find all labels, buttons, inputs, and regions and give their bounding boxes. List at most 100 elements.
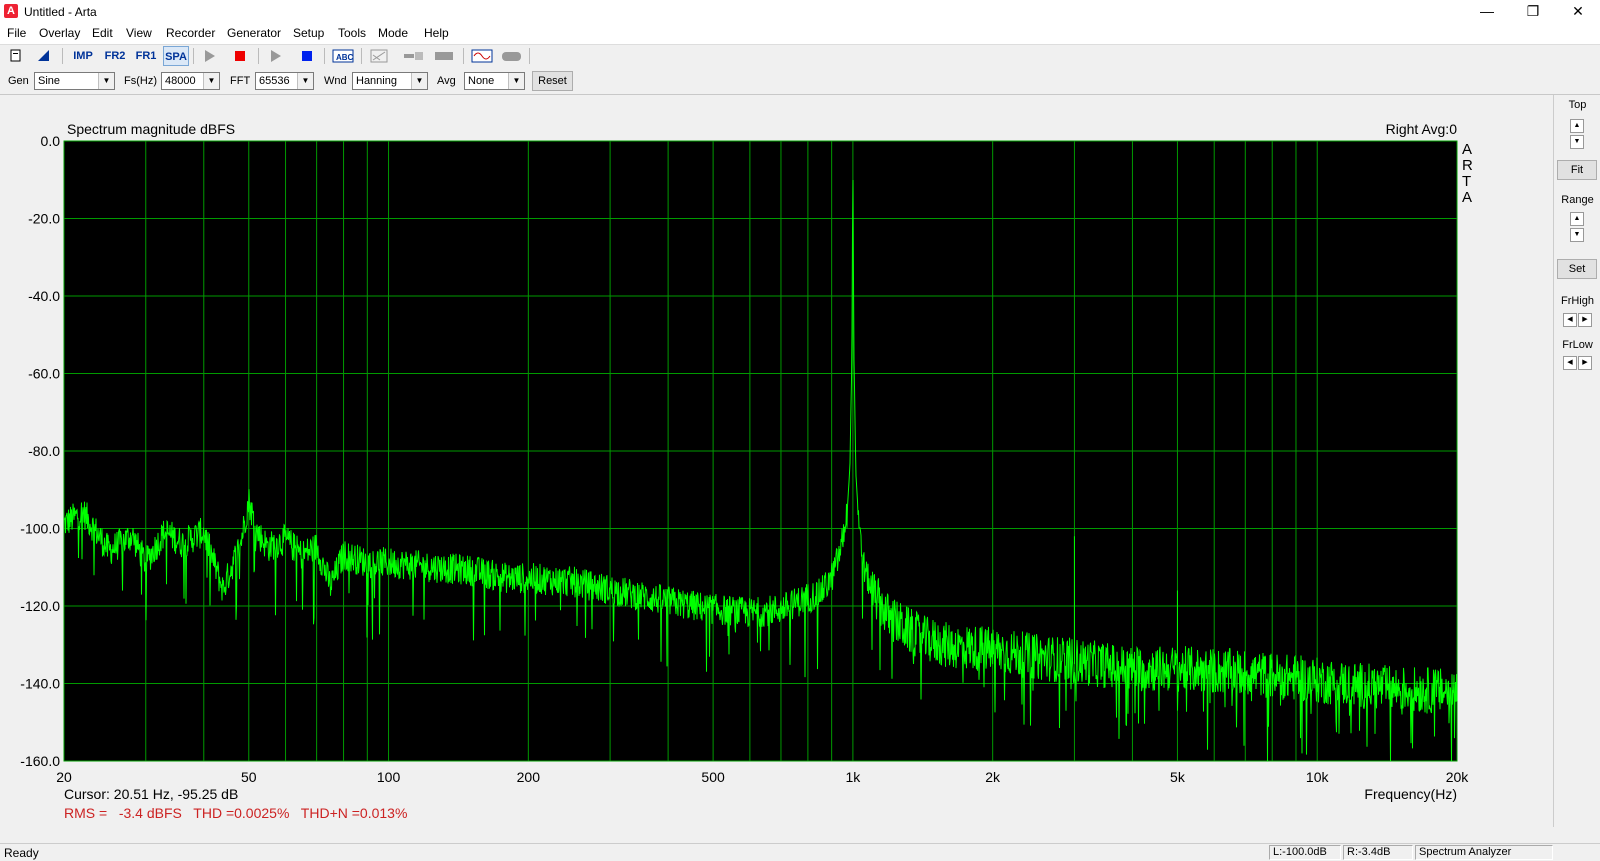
spa-button[interactable]: SPA xyxy=(163,46,189,66)
y-tick-label: -20.0 xyxy=(28,211,60,227)
svg-text:ABC: ABC xyxy=(336,53,354,62)
wnd-label: Wnd xyxy=(324,75,347,87)
arta-logo: A R T A xyxy=(1462,141,1473,206)
menu-generator[interactable]: Generator xyxy=(227,26,281,40)
status-left-level: L:-100.0dB xyxy=(1269,845,1341,860)
x-axis-label: Frequency(Hz) xyxy=(1364,786,1457,802)
chevron-down-icon: ▼ xyxy=(98,73,114,89)
graph-area: Spectrum magnitude dBFS Right Avg:0 A R … xyxy=(0,95,1553,827)
chevron-down-icon: ▼ xyxy=(411,73,427,89)
menu-edit[interactable]: Edit xyxy=(92,26,113,40)
stop2-icon[interactable] xyxy=(296,46,318,66)
logo-letter-t: T xyxy=(1462,173,1471,190)
chevron-down-icon: ▼ xyxy=(297,73,313,89)
frhigh-label: FrHigh xyxy=(1560,295,1594,307)
y-tick-label: 0.0 xyxy=(41,133,61,149)
y-tick-label: -40.0 xyxy=(28,288,60,304)
fit-button[interactable]: Fit xyxy=(1557,160,1597,180)
x-tick-label: 10k xyxy=(1306,769,1330,785)
range-label: Range xyxy=(1561,194,1594,206)
fs-select[interactable]: 48000 ▼ xyxy=(161,72,220,90)
play2-icon[interactable] xyxy=(265,46,287,66)
close-icon[interactable]: ✕ xyxy=(1555,0,1600,24)
logo-letter-a2: A xyxy=(1462,189,1472,206)
frlow-right-icon[interactable]: ▶ xyxy=(1578,356,1592,370)
chevron-down-icon: ▼ xyxy=(203,73,219,89)
fft-label: FFT xyxy=(230,75,251,87)
avg-label: Avg xyxy=(437,75,456,87)
fs-label: Fs(Hz) xyxy=(124,75,157,87)
title-bar: A Untitled - Arta — ❐ ✕ xyxy=(0,0,1600,24)
menu-view[interactable]: View xyxy=(126,26,152,40)
status-right-level: R:-3.4dB xyxy=(1343,845,1413,860)
menu-bar: File Overlay Edit View Recorder Generato… xyxy=(0,24,1600,45)
fft-select[interactable]: 65536 ▼ xyxy=(255,72,314,90)
x-tick-label: 2k xyxy=(985,769,1001,785)
fr1-button[interactable]: FR1 xyxy=(133,46,159,66)
menu-mode[interactable]: Mode xyxy=(378,26,408,40)
x-tick-label: 50 xyxy=(241,769,257,785)
x-tick-label: 20 xyxy=(56,769,72,785)
grid-icon[interactable] xyxy=(368,46,390,66)
menu-overlay[interactable]: Overlay xyxy=(39,26,80,40)
gen-label: Gen xyxy=(8,75,29,87)
right-panel: Top ▲ ▼ Fit Range ▲ ▼ Set FrHigh ◀ ▶ FrL… xyxy=(1553,95,1600,827)
menu-tools[interactable]: Tools xyxy=(338,26,366,40)
menu-file[interactable]: File xyxy=(7,26,26,40)
spectrum-chart: Spectrum magnitude dBFS Right Avg:0 A R … xyxy=(20,121,1473,821)
avg-select[interactable]: None ▼ xyxy=(464,72,525,90)
status-mode: Spectrum Analyzer xyxy=(1415,845,1553,860)
stop-icon[interactable] xyxy=(229,46,251,66)
link-icon[interactable] xyxy=(403,46,425,66)
cursor-readout: Cursor: 20.51 Hz, -95.25 dB xyxy=(64,786,238,802)
toolbar: IMP FR2 FR1 SPA ABC xyxy=(0,45,1600,67)
minimize-icon[interactable]: — xyxy=(1464,0,1510,24)
top-label: Top xyxy=(1568,99,1587,111)
status-bar: Ready L:-100.0dB R:-3.4dB Spectrum Analy… xyxy=(0,843,1600,861)
app-icon: A xyxy=(4,4,18,18)
imp-button[interactable]: IMP xyxy=(70,46,96,66)
y-tick-label: -80.0 xyxy=(28,443,60,459)
window-title: Untitled - Arta xyxy=(24,5,97,19)
frhigh-left-icon[interactable]: ◀ xyxy=(1563,313,1577,327)
open-icon[interactable] xyxy=(33,46,55,66)
y-tick-label: -140.0 xyxy=(20,676,60,692)
pill-icon[interactable] xyxy=(500,46,524,66)
wave-icon[interactable] xyxy=(470,46,494,66)
chart-right-info: Right Avg:0 xyxy=(1386,121,1458,137)
x-tick-label: 200 xyxy=(517,769,541,785)
fr2-button[interactable]: FR2 xyxy=(102,46,128,66)
top-down-icon[interactable]: ▼ xyxy=(1570,135,1584,149)
measurement-readout: RMS = -3.4 dBFS THD =0.0025% THD+N =0.01… xyxy=(64,805,407,821)
status-ready: Ready xyxy=(4,846,39,860)
controls-bar: Gen Sine ▼ Fs(Hz) 48000 ▼ FFT 65536 ▼ Wn… xyxy=(0,68,1600,95)
x-tick-label: 500 xyxy=(701,769,725,785)
play-icon[interactable] xyxy=(199,46,221,66)
restore-icon[interactable]: ❐ xyxy=(1510,0,1556,24)
logo-letter-a: A xyxy=(1462,141,1472,158)
gen-select[interactable]: Sine ▼ xyxy=(34,72,115,90)
range-down-icon[interactable]: ▼ xyxy=(1570,228,1584,242)
y-tick-label: -120.0 xyxy=(20,598,60,614)
frlow-label: FrLow xyxy=(1562,339,1593,351)
top-up-icon[interactable]: ▲ xyxy=(1570,119,1584,133)
y-tick-label: -60.0 xyxy=(28,366,60,382)
wnd-select[interactable]: Hanning ▼ xyxy=(352,72,428,90)
x-tick-label: 20k xyxy=(1446,769,1470,785)
x-tick-label: 1k xyxy=(845,769,861,785)
chart-title: Spectrum magnitude dBFS xyxy=(67,121,235,137)
y-tick-label: -160.0 xyxy=(20,753,60,769)
abc-icon[interactable]: ABC xyxy=(331,46,355,66)
rect-icon[interactable] xyxy=(434,46,456,66)
new-icon[interactable] xyxy=(5,46,27,66)
range-up-icon[interactable]: ▲ xyxy=(1570,212,1584,226)
reset-button[interactable]: Reset xyxy=(532,71,573,91)
frhigh-right-icon[interactable]: ▶ xyxy=(1578,313,1592,327)
set-button[interactable]: Set xyxy=(1557,259,1597,279)
menu-recorder[interactable]: Recorder xyxy=(166,26,215,40)
chevron-down-icon: ▼ xyxy=(508,73,524,89)
menu-setup[interactable]: Setup xyxy=(293,26,324,40)
frlow-left-icon[interactable]: ◀ xyxy=(1563,356,1577,370)
menu-help[interactable]: Help xyxy=(424,26,449,40)
y-tick-label: -100.0 xyxy=(20,521,60,537)
